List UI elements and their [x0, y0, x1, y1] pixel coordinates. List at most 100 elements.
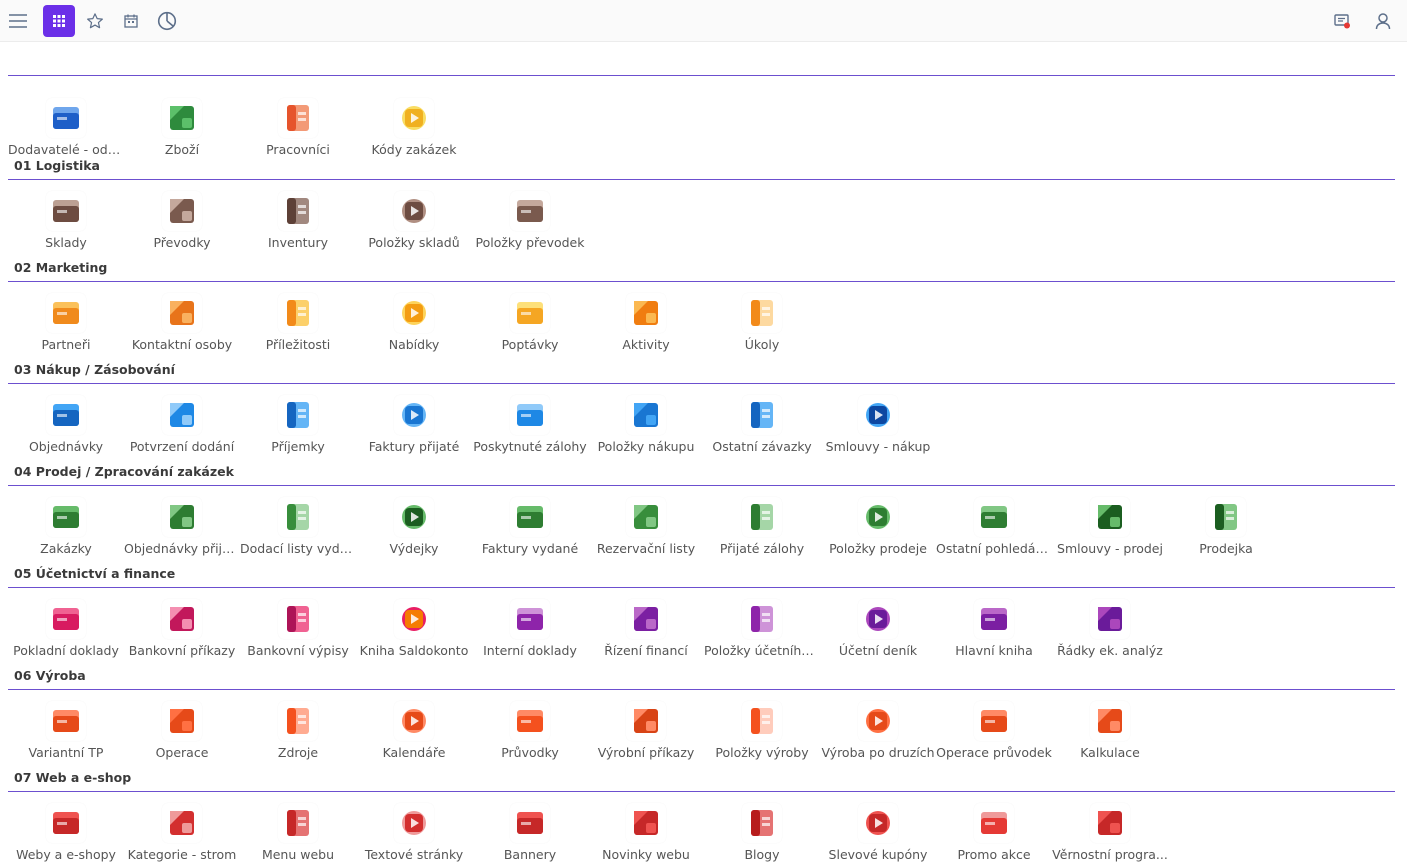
- module-tile[interactable]: Kontaktní osoby: [124, 282, 240, 362]
- promo-icon: [974, 803, 1014, 843]
- module-tile[interactable]: Blogy: [704, 792, 820, 866]
- tile-grid: Zakázky Objednávky přijaté Dodací listy vy…: [8, 486, 1395, 566]
- module-tile[interactable]: Účetní deník: [820, 588, 936, 668]
- module-tile[interactable]: Inventury: [240, 180, 356, 260]
- module-tile-label: Slevové kupóny: [828, 847, 928, 862]
- module-tile[interactable]: Menu webu: [240, 792, 356, 866]
- coupons-icon: [858, 803, 898, 843]
- module-tile[interactable]: Objednávky: [8, 384, 124, 464]
- module-tile[interactable]: Smlouvy - nákup: [820, 384, 936, 464]
- module-tile[interactable]: Úkoly: [704, 282, 820, 362]
- module-tile-label: Poskytnuté zálohy: [473, 439, 587, 454]
- reservations-icon: [626, 497, 666, 537]
- module-tile[interactable]: Přijaté zálohy: [704, 486, 820, 566]
- accounting-items-icon: [742, 599, 782, 639]
- module-tile[interactable]: Pracovníci: [240, 87, 356, 167]
- module-tile[interactable]: Objednávky přijaté: [124, 486, 240, 566]
- module-tile-label: Úkoly: [744, 337, 780, 352]
- module-tile[interactable]: Novinky webu: [588, 792, 704, 866]
- module-tile[interactable]: Interní doklady: [472, 588, 588, 668]
- module-tile[interactable]: Operace: [124, 690, 240, 770]
- apps-grid-icon[interactable]: [43, 5, 75, 37]
- module-tile[interactable]: Kategorie - strom: [124, 792, 240, 866]
- module-tile[interactable]: Hlavní kniha: [936, 588, 1052, 668]
- module-tile[interactable]: Průvodky: [472, 690, 588, 770]
- module-tile-label: Položky prodeje: [829, 541, 927, 556]
- module-tile[interactable]: Položky účetního...: [704, 588, 820, 668]
- module-tile[interactable]: Bannery: [472, 792, 588, 866]
- module-tile[interactable]: Kalendáře: [356, 690, 472, 770]
- module-tile[interactable]: Položky prodeje: [820, 486, 936, 566]
- module-tile[interactable]: Weby a e-shopy: [8, 792, 124, 866]
- clock-icon[interactable]: [151, 5, 183, 37]
- module-tile[interactable]: Nabídky: [356, 282, 472, 362]
- module-tile-label: Promo akce: [957, 847, 1031, 862]
- notification-icon[interactable]: [1326, 5, 1358, 37]
- module-tile-label: Bankovní příkazy: [128, 643, 236, 658]
- module-tile[interactable]: Zboží: [124, 87, 240, 167]
- module-tile-label: Faktury vydané: [481, 541, 579, 556]
- module-tile[interactable]: Položky výroby: [704, 690, 820, 770]
- module-tile[interactable]: Variantní TP: [8, 690, 124, 770]
- module-tile[interactable]: Výdejky: [356, 486, 472, 566]
- liabilities-icon: [742, 395, 782, 435]
- module-tile[interactable]: Ostatní závazky: [704, 384, 820, 464]
- module-tile[interactable]: Textové stránky: [356, 792, 472, 866]
- module-tile[interactable]: Dodavatelé - odb...: [8, 87, 124, 167]
- purchase-contracts-icon: [858, 395, 898, 435]
- module-tile[interactable]: Zdroje: [240, 690, 356, 770]
- job-cards-icon: [510, 701, 550, 741]
- module-tile[interactable]: Rezervační listy: [588, 486, 704, 566]
- issued-invoices-icon: [510, 497, 550, 537]
- module-tile[interactable]: Prodejka: [1168, 486, 1284, 566]
- module-tile[interactable]: Převodky: [124, 180, 240, 260]
- module-tile-label: Textové stránky: [364, 847, 464, 862]
- requests-icon: [510, 293, 550, 333]
- module-tile[interactable]: Smlouvy - prodej: [1052, 486, 1168, 566]
- module-tile[interactable]: Kniha Saldokonto: [356, 588, 472, 668]
- module-tile[interactable]: Bankovní příkazy: [124, 588, 240, 668]
- module-tile[interactable]: Faktury vydané: [472, 486, 588, 566]
- module-tile-label: Objednávky: [28, 439, 104, 454]
- module-tile[interactable]: Výroba po druzích: [820, 690, 936, 770]
- user-icon[interactable]: [1367, 5, 1399, 37]
- module-tile[interactable]: Výrobní příkazy: [588, 690, 704, 770]
- module-tile[interactable]: Věrnostní progra...: [1052, 792, 1168, 866]
- module-tile[interactable]: Příležitosti: [240, 282, 356, 362]
- calendar-icon[interactable]: [115, 5, 147, 37]
- warehouse-icon: [46, 191, 86, 231]
- module-tile[interactable]: Položky skladů: [356, 180, 472, 260]
- module-tile[interactable]: Bankovní výpisy: [240, 588, 356, 668]
- module-tile[interactable]: Řádky ek. analýz: [1052, 588, 1168, 668]
- module-tile[interactable]: Položky nákupu: [588, 384, 704, 464]
- module-section: 05 Účetnictví a finance Pokladní doklady B…: [8, 565, 1395, 668]
- module-tile[interactable]: Položky převodek: [472, 180, 588, 260]
- module-tile[interactable]: Operace průvodek: [936, 690, 1052, 770]
- module-tile[interactable]: Příjemky: [240, 384, 356, 464]
- module-tile[interactable]: Zakázky: [8, 486, 124, 566]
- module-tile[interactable]: Dodací listy vyda...: [240, 486, 356, 566]
- sales-contracts-icon: [1090, 497, 1130, 537]
- news-icon: [626, 803, 666, 843]
- tile-grid: Partneři Kontaktní osoby Příležitosti Nabíd…: [8, 282, 1395, 362]
- module-tile[interactable]: Ostatní pohledáv...: [936, 486, 1052, 566]
- module-tile[interactable]: Poptávky: [472, 282, 588, 362]
- module-tile[interactable]: Poskytnuté zálohy: [472, 384, 588, 464]
- module-tile[interactable]: Faktury přijaté: [356, 384, 472, 464]
- module-tile[interactable]: Potvrzení dodání: [124, 384, 240, 464]
- module-tile[interactable]: Pokladní doklady: [8, 588, 124, 668]
- hamburger-menu-icon[interactable]: [2, 5, 34, 37]
- module-tile[interactable]: Kódy zakázek: [356, 87, 472, 167]
- module-tile[interactable]: Promo akce: [936, 792, 1052, 866]
- star-icon[interactable]: [79, 5, 111, 37]
- module-tile[interactable]: Slevové kupóny: [820, 792, 936, 866]
- module-tile[interactable]: Řízení financí: [588, 588, 704, 668]
- module-tile-label: Potvrzení dodání: [129, 439, 235, 454]
- module-tile[interactable]: Aktivity: [588, 282, 704, 362]
- module-tile[interactable]: Sklady: [8, 180, 124, 260]
- module-tile-label: Nabídky: [388, 337, 440, 352]
- receivables-icon: [974, 497, 1014, 537]
- module-tile[interactable]: Kalkulace: [1052, 690, 1168, 770]
- module-tile[interactable]: Partneři: [8, 282, 124, 362]
- module-tile-label: Dodací listy vyda...: [240, 541, 356, 556]
